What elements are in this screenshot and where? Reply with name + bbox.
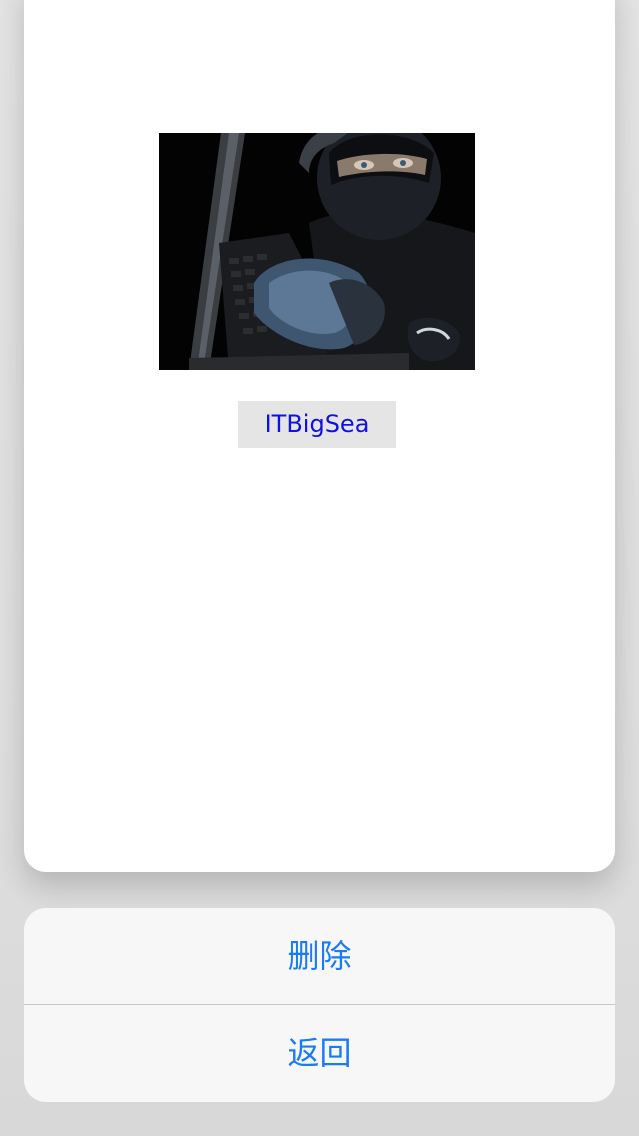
hacker-photo [159, 133, 475, 370]
name-label: ITBigSea [238, 401, 396, 448]
action-sheet: 删除 返回 [24, 908, 615, 1102]
back-button[interactable]: 返回 [24, 1005, 615, 1101]
delete-button[interactable]: 删除 [24, 908, 615, 1004]
preview-card: ITBigSea [24, 0, 615, 872]
